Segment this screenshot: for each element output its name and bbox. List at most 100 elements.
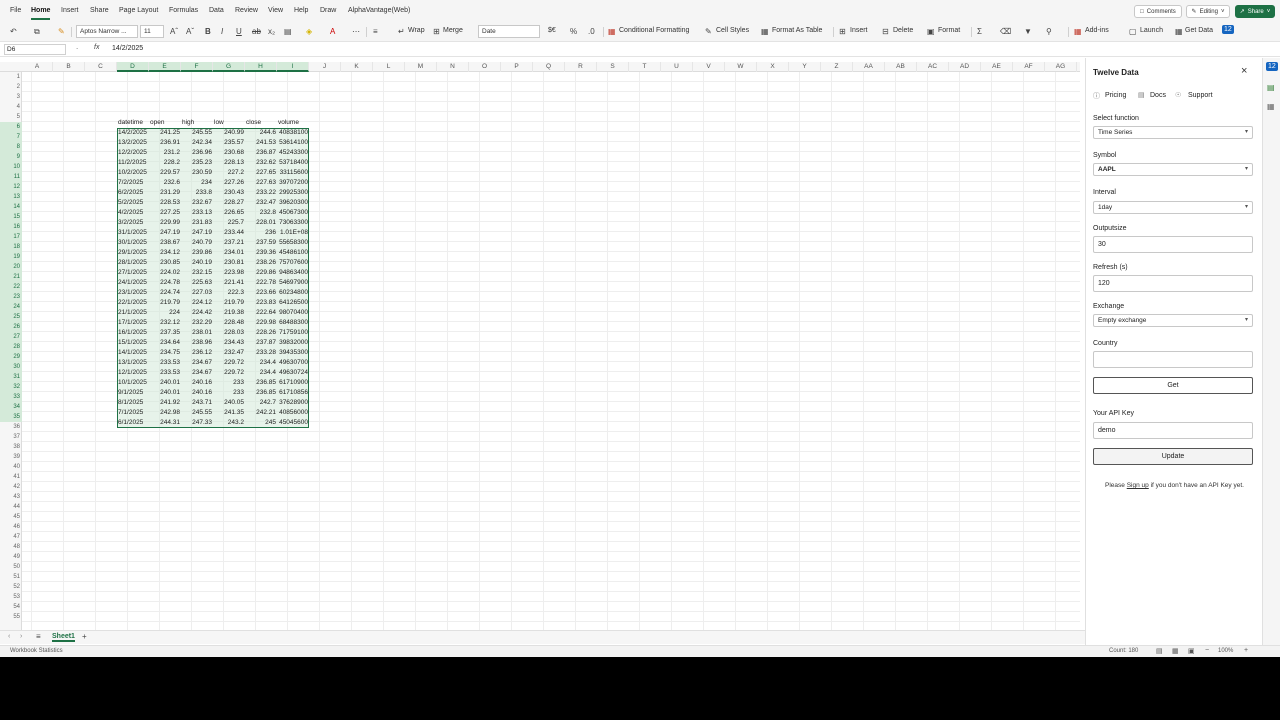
value-cell[interactable]: 228.2 — [150, 158, 180, 168]
row-header[interactable]: 4 — [0, 102, 22, 112]
fx-icon[interactable]: fx — [94, 44, 99, 51]
value-cell[interactable]: 224 — [150, 308, 180, 318]
name-box[interactable]: D6 — [4, 44, 66, 55]
column-header[interactable]: G — [213, 62, 245, 72]
date-cell[interactable]: 11/2/2025 — [118, 158, 148, 168]
cell-area[interactable]: datetime open high low close volume 14/2/2025 2… — [22, 72, 1080, 630]
value-cell[interactable]: 224.12 — [182, 298, 212, 308]
date-cell[interactable]: 17/1/2025 — [118, 318, 148, 328]
column-header[interactable]: Q — [533, 62, 565, 72]
value-cell[interactable]: 222.64 — [246, 308, 276, 318]
value-cell[interactable]: 234.67 — [182, 358, 212, 368]
row-header[interactable]: 32 — [0, 382, 22, 392]
value-cell[interactable]: 227.03 — [182, 288, 212, 298]
date-cell[interactable]: 15/1/2025 — [118, 338, 148, 348]
value-cell[interactable]: 230.59 — [182, 168, 212, 178]
value-cell[interactable]: 75707600 — [278, 258, 308, 268]
table-header-cell[interactable]: low — [214, 118, 244, 128]
editing-button[interactable]: ✎ Editing ˅ — [1186, 5, 1230, 18]
row-header[interactable]: 51 — [0, 572, 22, 582]
close-icon[interactable]: × — [1241, 65, 1247, 77]
column-header[interactable]: V — [693, 62, 725, 72]
underline-icon[interactable]: U — [236, 27, 242, 36]
value-cell[interactable]: 240.99 — [214, 128, 244, 138]
support-link[interactable]: Support — [1188, 92, 1213, 99]
sheet-tab-sheet1[interactable]: Sheet1 — [52, 633, 75, 642]
value-cell[interactable]: 233 — [214, 378, 244, 388]
value-cell[interactable]: 231.83 — [182, 218, 212, 228]
value-cell[interactable]: 98070400 — [278, 308, 308, 318]
tab-share[interactable]: Share — [90, 7, 109, 14]
value-cell[interactable]: 37628900 — [278, 398, 308, 408]
decrease-font-icon[interactable]: Aˇ — [186, 27, 194, 36]
value-cell[interactable]: 229.86 — [246, 268, 276, 278]
row-header[interactable]: 26 — [0, 322, 22, 332]
wrap-icon[interactable]: ↵ — [398, 27, 405, 36]
value-cell[interactable]: 235.23 — [182, 158, 212, 168]
value-cell[interactable]: 245.55 — [182, 128, 212, 138]
table-header-cell[interactable]: open — [150, 118, 180, 128]
format-as-table-icon[interactable]: ▦ — [761, 27, 769, 36]
row-header[interactable]: 6 — [0, 122, 22, 132]
format-cells-icon[interactable]: ▣ — [927, 27, 935, 36]
value-cell[interactable]: 243.71 — [182, 398, 212, 408]
row-header[interactable]: 10 — [0, 162, 22, 172]
value-cell[interactable]: 233 — [214, 388, 244, 398]
value-cell[interactable]: 243.2 — [214, 418, 244, 428]
tab-home[interactable]: Home — [31, 7, 50, 14]
value-cell[interactable]: 242.34 — [182, 138, 212, 148]
column-header[interactable]: C — [85, 62, 117, 72]
column-header[interactable]: U — [661, 62, 693, 72]
value-cell[interactable]: 240.19 — [182, 258, 212, 268]
value-cell[interactable]: 71759100 — [278, 328, 308, 338]
value-cell[interactable]: 61710900 — [278, 378, 308, 388]
value-cell[interactable]: 234.4 — [246, 368, 276, 378]
value-cell[interactable]: 228.48 — [214, 318, 244, 328]
value-cell[interactable]: 49630700 — [278, 358, 308, 368]
value-cell[interactable]: 223.83 — [246, 298, 276, 308]
add-ins-button[interactable]: Add-ins — [1085, 27, 1109, 34]
date-cell[interactable]: 30/1/2025 — [118, 238, 148, 248]
percent-icon[interactable]: % — [570, 27, 577, 36]
column-header[interactable]: AD — [949, 62, 981, 72]
value-cell[interactable]: 237.87 — [246, 338, 276, 348]
cell-styles-icon[interactable]: ✎ — [705, 27, 712, 36]
value-cell[interactable]: 234.12 — [150, 248, 180, 258]
increase-font-icon[interactable]: Aˆ — [170, 27, 178, 36]
row-header[interactable]: 30 — [0, 362, 22, 372]
row-header[interactable]: 15 — [0, 212, 22, 222]
tab-formulas[interactable]: Formulas — [169, 7, 198, 14]
row-header[interactable]: 27 — [0, 332, 22, 342]
value-cell[interactable]: 245.55 — [182, 408, 212, 418]
find-icon[interactable]: ⚲ — [1046, 27, 1052, 36]
value-cell[interactable]: 232.62 — [246, 158, 276, 168]
date-cell[interactable]: 5/2/2025 — [118, 198, 148, 208]
tab-review[interactable]: Review — [235, 7, 258, 14]
all-sheets-icon[interactable]: ≡ — [36, 632, 41, 641]
row-header[interactable]: 39 — [0, 452, 22, 462]
value-cell[interactable]: 229.57 — [150, 168, 180, 178]
column-header[interactable]: K — [341, 62, 373, 72]
tab-page-layout[interactable]: Page Layout — [119, 7, 158, 14]
value-cell[interactable]: 40856000 — [278, 408, 308, 418]
value-cell[interactable]: 240.79 — [182, 238, 212, 248]
date-cell[interactable]: 28/1/2025 — [118, 258, 148, 268]
format-cells-button[interactable]: Format — [938, 27, 960, 34]
value-cell[interactable]: 230.68 — [214, 148, 244, 158]
value-cell[interactable]: 231.29 — [150, 188, 180, 198]
row-header[interactable]: 46 — [0, 522, 22, 532]
value-cell[interactable]: 39620300 — [278, 198, 308, 208]
undo-icon[interactable]: ↶ — [10, 27, 17, 36]
bold-icon[interactable]: B — [205, 27, 211, 36]
table-header-cell[interactable]: volume — [278, 118, 308, 128]
value-cell[interactable]: 227.65 — [246, 168, 276, 178]
page-layout-icon[interactable]: ▦ — [1172, 647, 1179, 655]
column-header[interactable]: P — [501, 62, 533, 72]
row-header[interactable]: 36 — [0, 422, 22, 432]
launch-button[interactable]: Launch — [1140, 27, 1163, 34]
value-cell[interactable]: 94863400 — [278, 268, 308, 278]
value-cell[interactable]: 29925300 — [278, 188, 308, 198]
add-sheet-button[interactable]: + — [82, 632, 87, 641]
value-cell[interactable]: 247.19 — [150, 228, 180, 238]
update-button[interactable]: Update — [1093, 448, 1253, 465]
